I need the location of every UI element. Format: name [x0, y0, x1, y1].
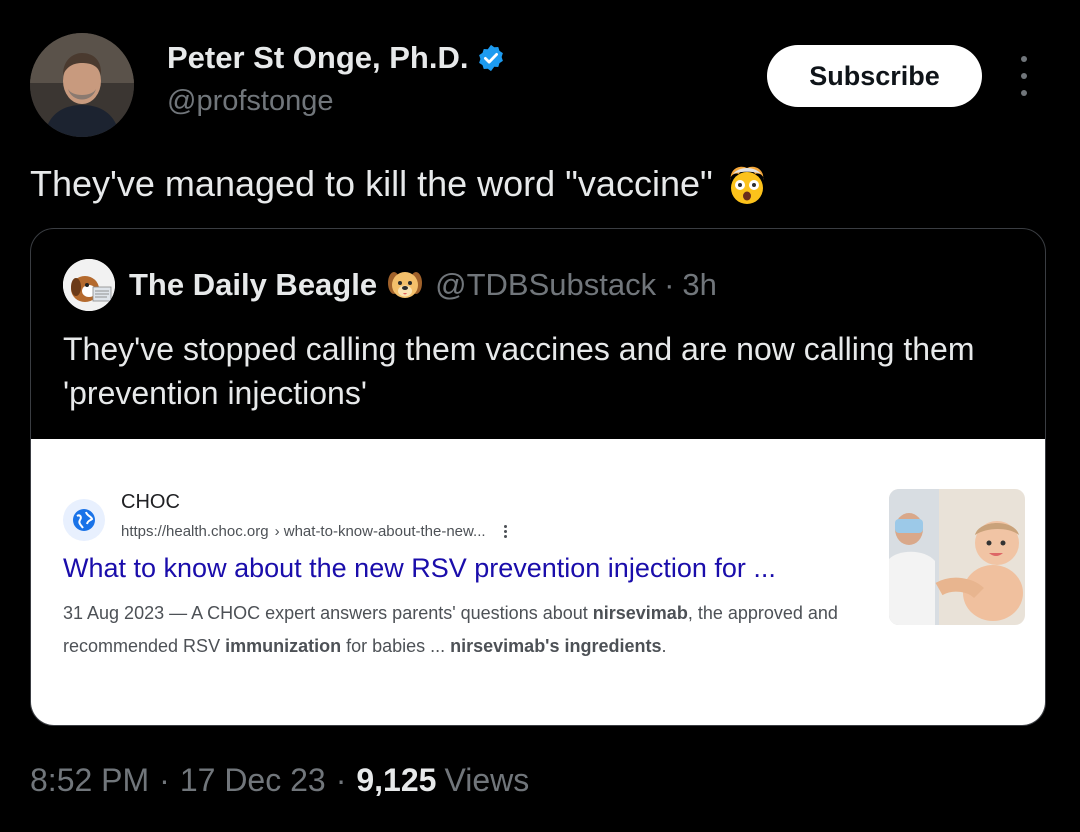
snippet-part: 31 Aug 2023 — A CHOC expert answers pare… — [63, 603, 593, 623]
quoted-tweet-card[interactable]: The Daily Beagle @TDBSubstack · 3h They'… — [30, 228, 1046, 726]
result-title-link: What to know about the new RSV preventio… — [63, 553, 776, 583]
quoted-tweet-text: They've stopped calling them vaccines an… — [63, 331, 975, 411]
quoted-tweet-header: The Daily Beagle @TDBSubstack · 3h — [63, 259, 717, 311]
result-more-icon — [503, 525, 507, 538]
tweet-meta-row: 8:52 PM · 17 Dec 23 · 9,125 Views — [30, 762, 529, 799]
tweet-text-row: They've managed to kill the word "vaccin… — [30, 162, 769, 206]
quoted-timestamp[interactable]: 3h — [682, 267, 716, 303]
author-handle[interactable]: @profstonge — [167, 85, 333, 118]
result-thumbnail-image — [889, 489, 1025, 625]
snippet-bold-part: nirsevimab — [592, 603, 688, 623]
result-url-domain: https://health.choc.org — [121, 523, 269, 540]
attached-search-result-image[interactable]: CHOC https://health.choc.org › what-to-k… — [31, 439, 1045, 725]
author-avatar[interactable] — [30, 33, 134, 137]
quoted-author-avatar[interactable] — [63, 259, 115, 311]
globe-icon — [63, 499, 105, 541]
author-name-row: Peter St Onge, Ph.D. — [167, 40, 506, 76]
dog-face-emoji-icon — [387, 267, 423, 303]
quoted-author-handle[interactable]: @TDBSubstack — [435, 267, 656, 303]
verified-badge-icon[interactable] — [476, 43, 506, 73]
views-label: Views — [444, 762, 530, 798]
tweet-date[interactable]: 17 Dec 23 — [180, 762, 326, 799]
result-url: https://health.choc.org › what-to-know-a… — [121, 523, 507, 540]
subscribe-button[interactable]: Subscribe — [767, 45, 982, 107]
more-options-icon[interactable] — [1014, 56, 1034, 96]
meta-separator: · — [159, 762, 170, 798]
meta-separator: · — [335, 762, 347, 798]
result-url-path: › what-to-know-about-the-new... — [274, 523, 486, 540]
tweet-text: They've managed to kill the word "vaccin… — [30, 163, 713, 204]
author-name[interactable]: Peter St Onge, Ph.D. — [167, 40, 468, 76]
snippet-part: . — [661, 636, 667, 656]
result-site-name: CHOC — [121, 491, 180, 513]
views-count[interactable]: 9,125 — [356, 762, 436, 799]
snippet-bold-part: nirsevimab's ingredients — [450, 636, 662, 656]
tweet-time[interactable]: 8:52 PM — [30, 762, 149, 799]
exploding-head-emoji-icon — [725, 162, 769, 206]
snippet-bold-part: immunization — [225, 636, 342, 656]
result-snippet: 31 Aug 2023 — A CHOC expert answers pare… — [63, 597, 853, 663]
quoted-author-name[interactable]: The Daily Beagle — [129, 267, 377, 303]
quoted-time-separator: · — [664, 267, 675, 302]
snippet-part: for babies ... — [341, 636, 451, 656]
